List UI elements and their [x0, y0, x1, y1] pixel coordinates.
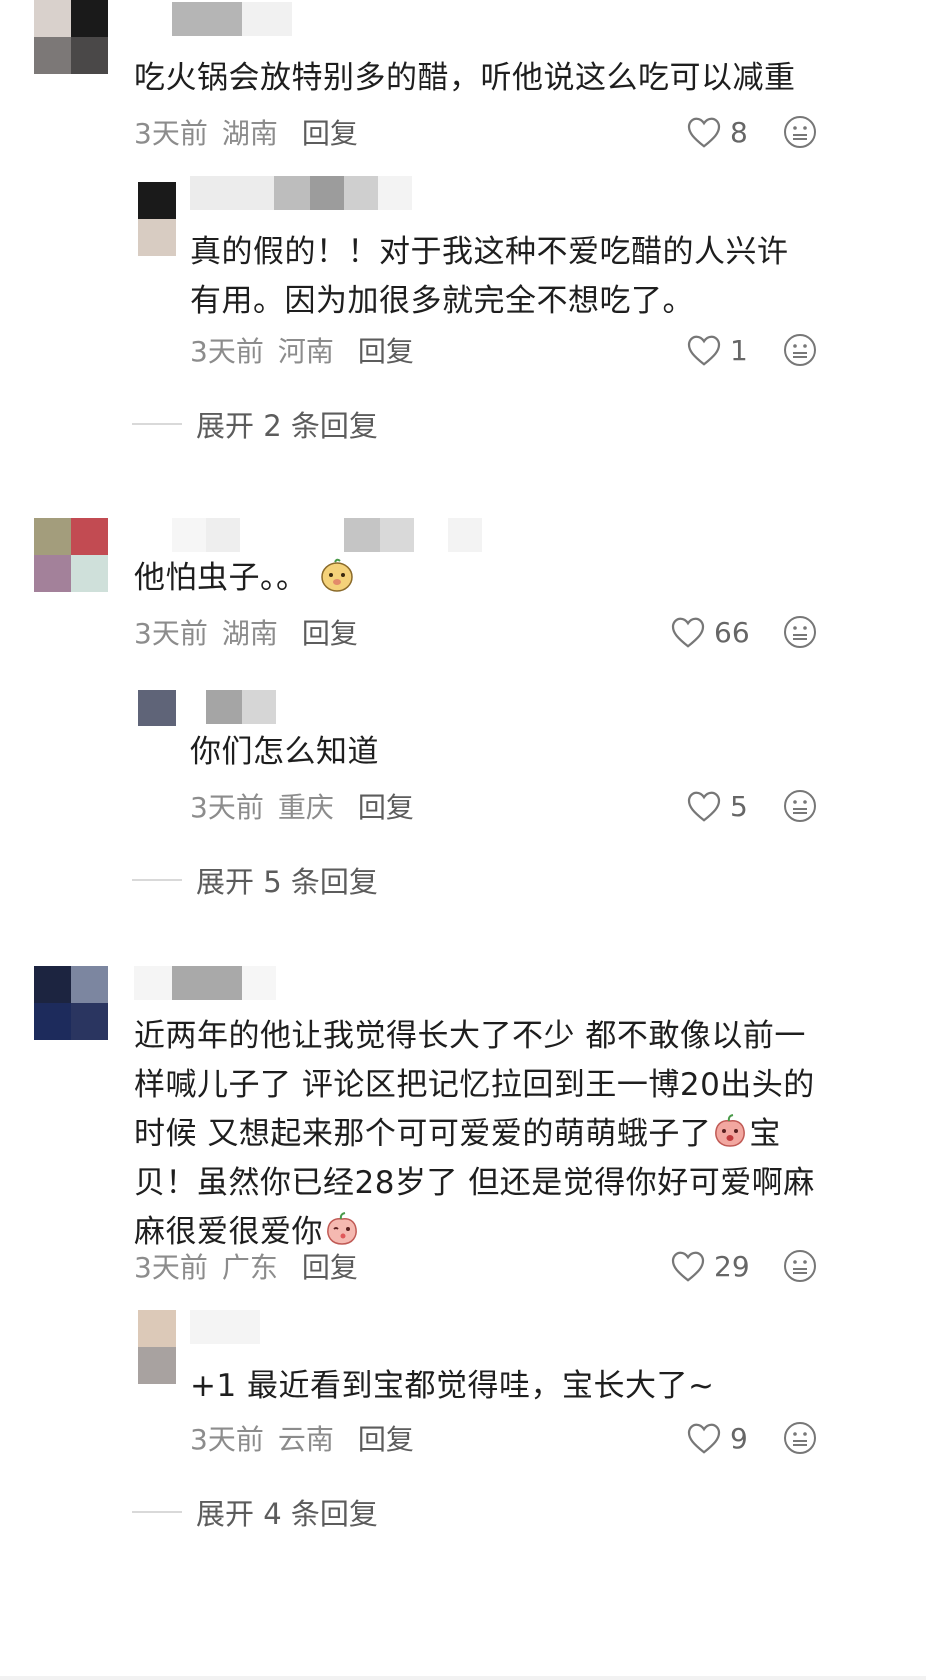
region: 湖南 [221, 117, 278, 150]
like-button[interactable]: 5 [686, 786, 748, 826]
expand-replies-button[interactable]: 展开 5 条回复 [132, 860, 378, 900]
like-button[interactable]: 9 [686, 1418, 748, 1458]
reply-meta: 3天前 重庆 回复 [190, 786, 414, 826]
timestamp: 3天前 [190, 335, 264, 368]
neutral-face-icon[interactable] [782, 1248, 818, 1284]
reply-button[interactable]: 回复 [302, 1246, 358, 1286]
reply-button[interactable]: 回复 [302, 612, 358, 652]
avatar[interactable] [34, 518, 108, 592]
avatar[interactable] [138, 182, 176, 256]
like-button[interactable]: 29 [670, 1246, 750, 1286]
heart-outline-icon [687, 1423, 721, 1454]
bottom-divider [0, 1676, 926, 1680]
region: 河南 [277, 335, 334, 368]
neutral-face-icon[interactable] [782, 614, 818, 650]
username-blurred[interactable] [172, 518, 482, 552]
comment-meta: 3天前 湖南 回复 [134, 612, 358, 652]
reply-meta: 3天前 河南 回复 [190, 330, 414, 370]
heart-outline-icon [687, 117, 721, 148]
heart-outline-icon [671, 1251, 705, 1282]
divider [132, 879, 182, 881]
like-count: 66 [714, 615, 750, 649]
like-count: 1 [730, 333, 748, 367]
avatar[interactable] [34, 966, 108, 1040]
timestamp: 3天前 [134, 117, 208, 150]
reply-button[interactable]: 回复 [358, 786, 414, 826]
timestamp: 3天前 [190, 1423, 264, 1456]
region: 云南 [277, 1423, 334, 1456]
neutral-face-icon[interactable] [782, 1420, 818, 1456]
expand-replies-button[interactable]: 展开 2 条回复 [132, 404, 378, 444]
neutral-face-icon[interactable] [782, 114, 818, 150]
neutral-face-icon[interactable] [782, 332, 818, 368]
like-button[interactable]: 8 [686, 112, 748, 152]
like-count: 5 [730, 789, 748, 823]
reply-text: 你们怎么知道 [190, 734, 379, 770]
region: 湖南 [221, 617, 278, 650]
like-button[interactable]: 1 [686, 330, 748, 370]
comment-meta: 3天前 广东 回复 [134, 1246, 358, 1286]
username-blurred[interactable] [134, 966, 276, 1000]
neutral-face-icon[interactable] [782, 788, 818, 824]
timestamp: 3天前 [190, 791, 264, 824]
reply-button[interactable]: 回复 [302, 112, 358, 152]
reply-text: 真的假的！！对于我这种不爱吃醋的人兴许 有用。因为加很多就完全不想吃了。 [190, 234, 789, 319]
avatar[interactable] [34, 0, 108, 74]
reply-button[interactable]: 回复 [358, 330, 414, 370]
expand-replies-button[interactable]: 展开 4 条回复 [132, 1492, 378, 1532]
comment-text: 吃火锅会放特别多的醋，听他说这么吃可以减重 [134, 60, 796, 96]
like-count: 8 [730, 115, 748, 149]
timestamp: 3天前 [134, 617, 208, 650]
reply-button[interactable]: 回复 [358, 1418, 414, 1458]
reply-text: +1 最近看到宝都觉得哇，宝长大了~ [190, 1368, 715, 1404]
heart-outline-icon [687, 335, 721, 366]
comment-text: 近两年的他让我觉得长大了不少 都不敢像以前一 样喊儿子了 评论区把记忆拉回到王一… [134, 1018, 815, 1250]
like-button[interactable]: 66 [670, 612, 750, 652]
region: 广东 [221, 1251, 278, 1284]
reply-meta: 3天前 云南 回复 [190, 1418, 414, 1458]
timestamp: 3天前 [134, 1251, 208, 1284]
cute-face-emoji-icon [321, 558, 353, 592]
heart-outline-icon [671, 617, 705, 648]
username-blurred[interactable] [190, 1310, 260, 1344]
avatar[interactable] [138, 1310, 176, 1384]
peach-kiss-emoji-icon [327, 1212, 357, 1245]
comment-meta: 3天前 湖南 回复 [134, 112, 358, 152]
region: 重庆 [277, 791, 334, 824]
divider [132, 1511, 182, 1513]
comment-text: 他怕虫子。。 [134, 554, 356, 603]
peach-face-emoji-icon [715, 1114, 746, 1147]
username-blurred[interactable] [172, 2, 292, 36]
username-blurred[interactable] [190, 176, 412, 210]
like-count: 9 [730, 1421, 748, 1455]
divider [132, 423, 182, 425]
avatar[interactable] [138, 690, 176, 726]
like-count: 29 [714, 1249, 750, 1283]
heart-outline-icon [687, 791, 721, 822]
username-blurred[interactable] [206, 690, 276, 724]
